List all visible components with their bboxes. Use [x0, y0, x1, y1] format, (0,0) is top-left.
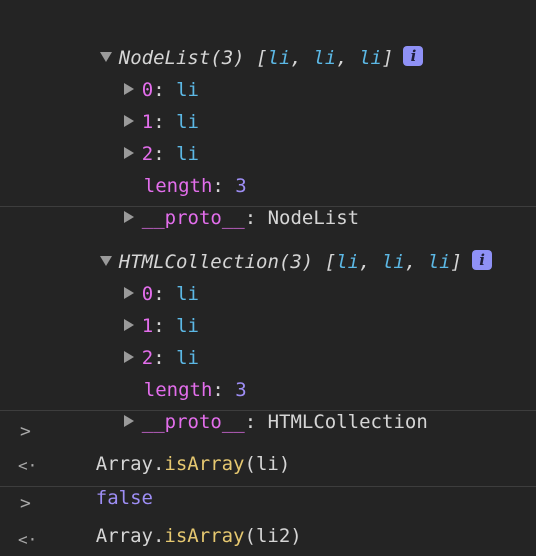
preview-item: li [267, 47, 291, 69]
preview-close-bracket: ] [381, 47, 394, 69]
htmlcollection-header[interactable]: HTMLCollection(3) [li, li, li] i [54, 214, 493, 273]
preview-item: li [427, 251, 451, 273]
proto-value: HTMLCollection [267, 411, 428, 433]
nodelist-header[interactable]: NodeList(3) [li, li, li] i [54, 10, 424, 69]
output-prompt-icon: <· [18, 530, 38, 549]
info-icon[interactable]: i [472, 250, 493, 270]
preview-item: li [313, 47, 337, 69]
command-input[interactable]: Array.isArray(li) [50, 416, 291, 475]
preview-item: li [381, 251, 405, 273]
command-dot: . [152, 525, 165, 547]
command-dot: . [152, 453, 165, 475]
htmlcollection-item-1[interactable]: 1: li [78, 278, 199, 337]
info-icon[interactable]: i [403, 46, 424, 66]
output-prompt-icon: <· [18, 456, 38, 475]
htmlcollection-item-2[interactable]: 2: li [78, 310, 199, 369]
nodelist-proto[interactable]: __proto__: NodeList [78, 170, 359, 229]
command-method: isArray [164, 453, 245, 475]
htmlcollection-proto[interactable]: __proto__: HTMLCollection [78, 374, 428, 433]
nodelist-item-1[interactable]: 1: li [78, 74, 199, 133]
nodelist-item-0[interactable]: 0: li [78, 42, 199, 101]
input-prompt-icon: > [20, 493, 31, 514]
command-args: (li) [244, 453, 291, 475]
preview-item: li [336, 251, 360, 273]
preview-close-bracket: ] [450, 251, 463, 273]
command-result: false [50, 524, 153, 556]
preview-open-bracket: [ [324, 251, 337, 273]
preview-item: li [359, 47, 382, 69]
divider [0, 410, 536, 411]
htmlcollection-length: length: 3 [143, 379, 247, 401]
preview-open-bracket: [ [256, 47, 268, 69]
input-prompt-icon: > [20, 421, 31, 442]
command-method: isArray [164, 525, 245, 547]
command-result: false [50, 450, 153, 509]
command-input[interactable]: Array.isArray(li2) [50, 488, 302, 547]
htmlcollection-item-0[interactable]: 0: li [78, 246, 199, 305]
console-output: NodeList(3) [li, li, li] i 0: li 1: li 2:… [0, 0, 536, 556]
divider [0, 206, 536, 207]
command-args: (li2) [244, 525, 302, 547]
nodelist-item-2[interactable]: 2: li [78, 106, 199, 165]
nodelist-length: length: 3 [143, 175, 247, 197]
divider [0, 486, 536, 487]
